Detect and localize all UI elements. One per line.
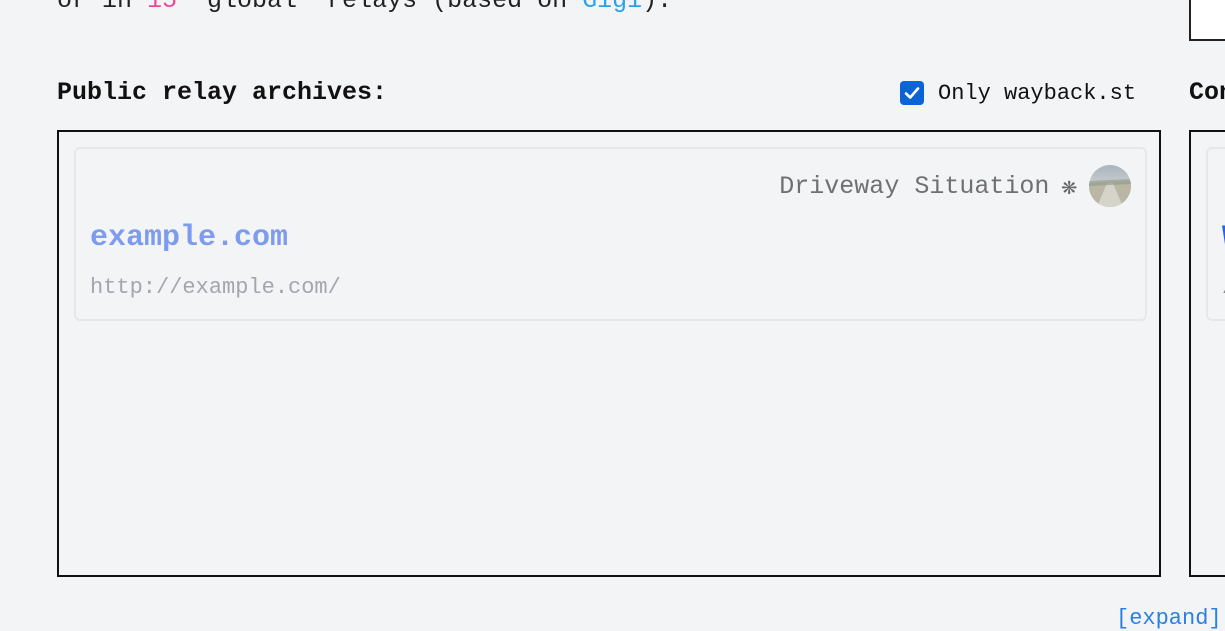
avatar[interactable] [1089,165,1131,207]
only-wayback-filter[interactable]: Only wayback.st [900,81,1136,106]
relay-count: 15 [147,0,178,15]
archive-card[interactable]: Driveway Situation ❋ example.com http://… [74,147,1147,321]
author-name[interactable]: Driveway Situation [779,172,1049,201]
right-card[interactable]: W / [1206,147,1225,321]
expand-link[interactable]: [expand] [1116,606,1222,631]
intro-middle: "global" relays (based on [177,0,583,15]
card-author[interactable]: Driveway Situation ❋ [779,164,1131,208]
intro-text: or in 15 "global" relays (based on Gigi)… [57,0,672,16]
only-wayback-label[interactable]: Only wayback.st [938,81,1136,106]
archive-url[interactable]: http://example.com/ [90,275,341,300]
avatar-photo-icon [1089,179,1131,207]
intro-suffix: ). [642,0,673,15]
archive-title[interactable]: example.com [90,221,288,255]
public-relay-archives-title: Public relay archives: [57,78,388,107]
right-column-title: Con [1189,78,1225,107]
asterisk-icon: ❋ [1061,171,1077,202]
right-column-panel: W / [1189,130,1225,577]
gigi-link[interactable]: Gigi [582,0,642,15]
archives-panel: Driveway Situation ❋ example.com http://… [57,130,1161,577]
intro-prefix: or in [57,0,148,15]
right-column-top-box [1189,0,1225,41]
only-wayback-checkbox[interactable] [900,81,924,105]
checkmark-icon [904,87,920,99]
